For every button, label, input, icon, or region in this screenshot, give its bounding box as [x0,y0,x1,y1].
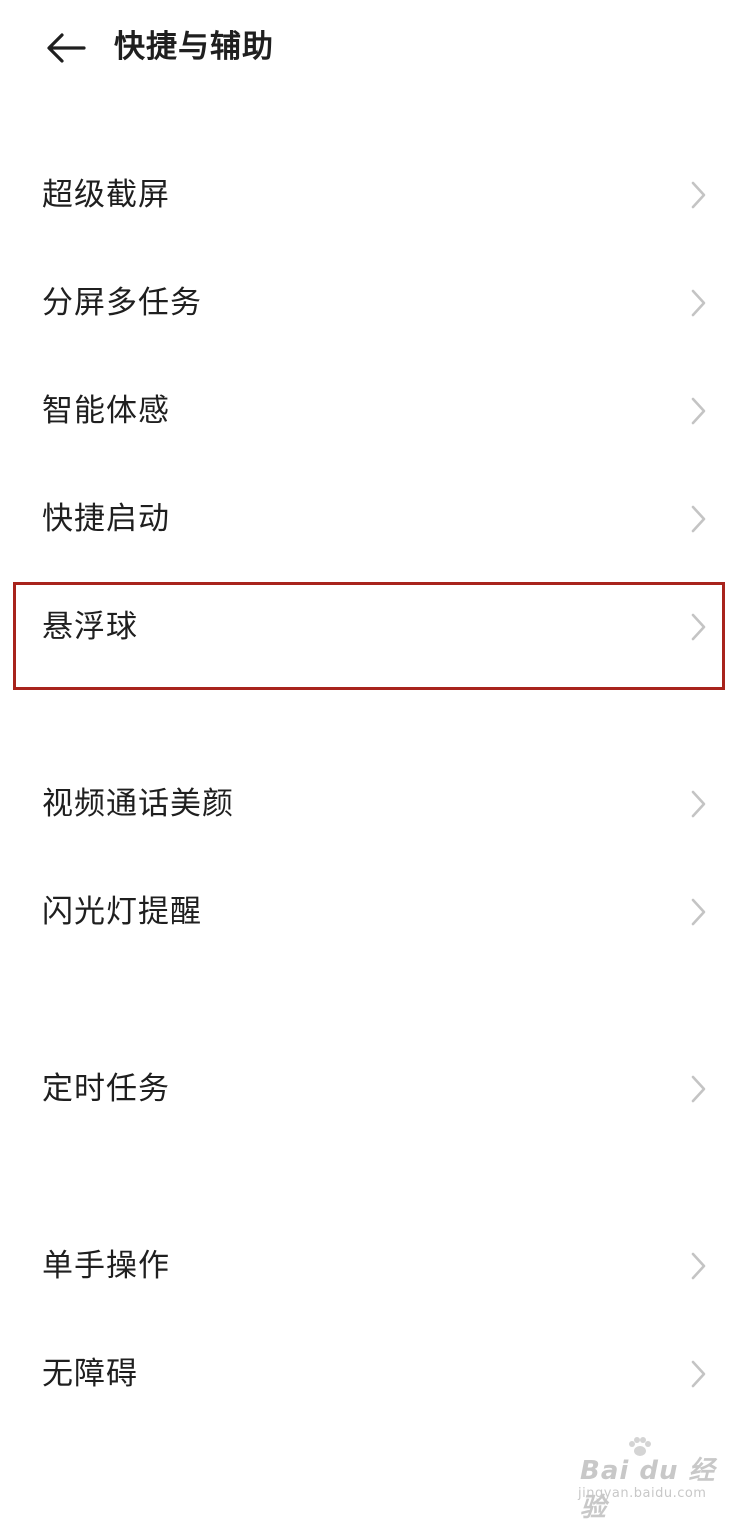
chevron-right-icon [691,289,706,317]
menu-item-super-screenshot[interactable]: 超级截屏 [0,145,750,245]
chevron-right-icon [691,1075,706,1103]
chevron-right-icon [691,613,706,641]
watermark: Bai du 经验 jingyan.baidu.com [574,1436,724,1523]
menu-item-quick-launch[interactable]: 快捷启动 [0,469,750,569]
menu-item-label: 闪光灯提醒 [42,894,202,930]
back-arrow-icon [47,33,86,63]
chevron-right-icon [691,1252,706,1280]
menu-item-label: 单手操作 [42,1248,170,1284]
menu-item-label: 超级截屏 [42,177,170,213]
menu-item-label: 无障碍 [42,1356,138,1392]
chevron-right-icon [691,1360,706,1388]
menu-item-label: 分屏多任务 [42,285,202,321]
menu-item-label: 定时任务 [42,1071,170,1107]
menu-item-label: 快捷启动 [42,501,170,537]
menu-item-label: 视频通话美颜 [42,786,234,822]
menu-item-label: 智能体感 [42,393,170,429]
watermark-url: jingyan.baidu.com [578,1486,707,1501]
menu-item-one-hand-mode[interactable]: 单手操作 [0,1216,750,1316]
back-button[interactable] [40,22,92,74]
menu-item-floating-ball[interactable]: 悬浮球 [0,577,750,677]
menu-item-split-screen[interactable]: 分屏多任务 [0,253,750,353]
page-title: 快捷与辅助 [114,29,274,65]
header: 快捷与辅助 [0,0,750,96]
chevron-right-icon [691,397,706,425]
menu-item-scheduled-tasks[interactable]: 定时任务 [0,1039,750,1139]
chevron-right-icon [691,181,706,209]
chevron-right-icon [691,505,706,533]
chevron-right-icon [691,790,706,818]
menu-item-smart-motion[interactable]: 智能体感 [0,361,750,461]
menu-item-accessibility[interactable]: 无障碍 [0,1324,750,1424]
menu-item-flash-reminder[interactable]: 闪光灯提醒 [0,862,750,962]
menu-item-video-call-beauty[interactable]: 视频通话美颜 [0,754,750,854]
menu-item-label: 悬浮球 [42,609,138,645]
chevron-right-icon [691,898,706,926]
